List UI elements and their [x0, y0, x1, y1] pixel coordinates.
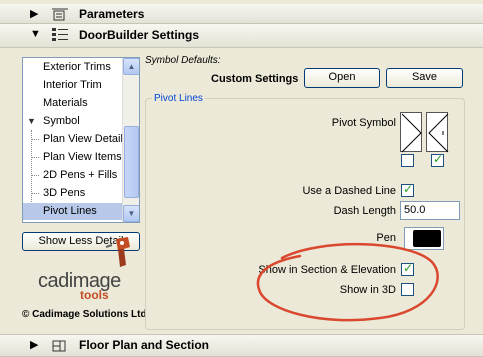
list-item-pivot-lines[interactable]: Pivot Lines [23, 203, 123, 220]
list-item-label: Exterior Trims [43, 61, 111, 73]
symbol-defaults-value: Custom Settings [211, 73, 299, 85]
scrollbar-thumb[interactable] [124, 126, 139, 198]
doorbuilder-section-title: DoorBuilder Settings [79, 28, 200, 42]
list-item-exterior-trims[interactable]: Exterior Trims [23, 59, 123, 76]
cadimage-logo: cadimage tools [38, 270, 138, 310]
list-item-label: Pivot Lines [43, 205, 97, 217]
pivot-left-icon [401, 113, 422, 153]
list-item-plan-view-items[interactable]: Plan View Items [23, 149, 123, 166]
symbol-defaults-label: Symbol Defaults: [145, 55, 221, 66]
parameters-icon [52, 8, 68, 21]
dash-length-label: Dash Length [333, 205, 396, 217]
list-item-label: Interior Trim [43, 79, 102, 91]
list-item-interior-trim[interactable]: Interior Trim [23, 77, 123, 94]
open-button[interactable]: Open [304, 68, 380, 88]
show-3d-checkbox[interactable] [401, 283, 414, 296]
list-item-label: Plan View Items [43, 151, 122, 163]
floorplan-section-header[interactable]: ▶ Floor Plan and Section [0, 334, 483, 357]
parameters-section-header[interactable]: ▶ Parameters [0, 4, 483, 24]
pivot-symbol-right-preview[interactable] [426, 112, 449, 153]
pivot-right-icon [428, 113, 449, 153]
list-item-symbol[interactable]: ▼ Symbol [23, 113, 123, 130]
pivot-lines-group-title: Pivot Lines [152, 93, 205, 104]
expand-arrow-icon[interactable]: ▶ [30, 338, 38, 351]
pivot-symbol-label: Pivot Symbol [331, 117, 396, 129]
expand-arrow-icon[interactable]: ▶ [30, 7, 38, 20]
doorbuilder-icon [52, 28, 68, 41]
list-scrollbar[interactable]: ▲ ▼ [122, 58, 139, 222]
scroll-down-icon[interactable]: ▼ [123, 205, 139, 222]
list-item-3d-pens[interactable]: 3D Pens [23, 185, 123, 202]
settings-page-list[interactable]: Exterior Trims Interior Trim Materials ▼… [22, 57, 140, 223]
floorplan-section-title: Floor Plan and Section [79, 338, 210, 352]
drill-logo-icon [105, 237, 130, 267]
list-item-label: Plan View Detail [43, 133, 123, 145]
show-section-checkbox[interactable] [401, 261, 414, 276]
pivot-left-checkbox[interactable] [401, 154, 414, 167]
pivot-right-checkbox[interactable] [431, 152, 444, 167]
dashed-line-checkbox[interactable] [401, 182, 414, 197]
scroll-up-icon[interactable]: ▲ [123, 58, 139, 75]
list-item-label: Materials [43, 97, 88, 109]
list-item-materials[interactable]: Materials [23, 95, 123, 112]
pen-label: Pen [376, 232, 396, 244]
copyright-text: © Cadimage Solutions Ltd [22, 309, 147, 320]
floorplan-icon [52, 340, 66, 352]
doorbuilder-section-header[interactable]: ▼ DoorBuilder Settings [0, 24, 483, 48]
pivot-symbol-left-preview[interactable] [400, 112, 422, 153]
tree-expanded-icon[interactable]: ▼ [27, 113, 36, 130]
list-item-label: Symbol [43, 115, 80, 127]
collapse-arrow-icon[interactable]: ▼ [30, 28, 41, 40]
dash-length-field[interactable]: 50.0 [400, 201, 460, 220]
show-3d-label: Show in 3D [339, 284, 396, 296]
list-item-plan-view-detail[interactable]: Plan View Detail [23, 131, 123, 148]
logo-sub: tools [80, 288, 109, 302]
list-item-2d-pens-fills[interactable]: 2D Pens + Fills [23, 167, 123, 184]
parameters-section-title: Parameters [79, 7, 145, 21]
list-item-label: 2D Pens + Fills [43, 169, 118, 181]
pen-color-swatch [413, 230, 441, 247]
dashed-line-label: Use a Dashed Line [302, 185, 396, 197]
pen-selector[interactable] [404, 227, 444, 250]
save-button[interactable]: Save [386, 68, 463, 88]
show-section-label: Show in Section & Elevation [258, 264, 396, 276]
list-item-label: 3D Pens [43, 187, 86, 199]
